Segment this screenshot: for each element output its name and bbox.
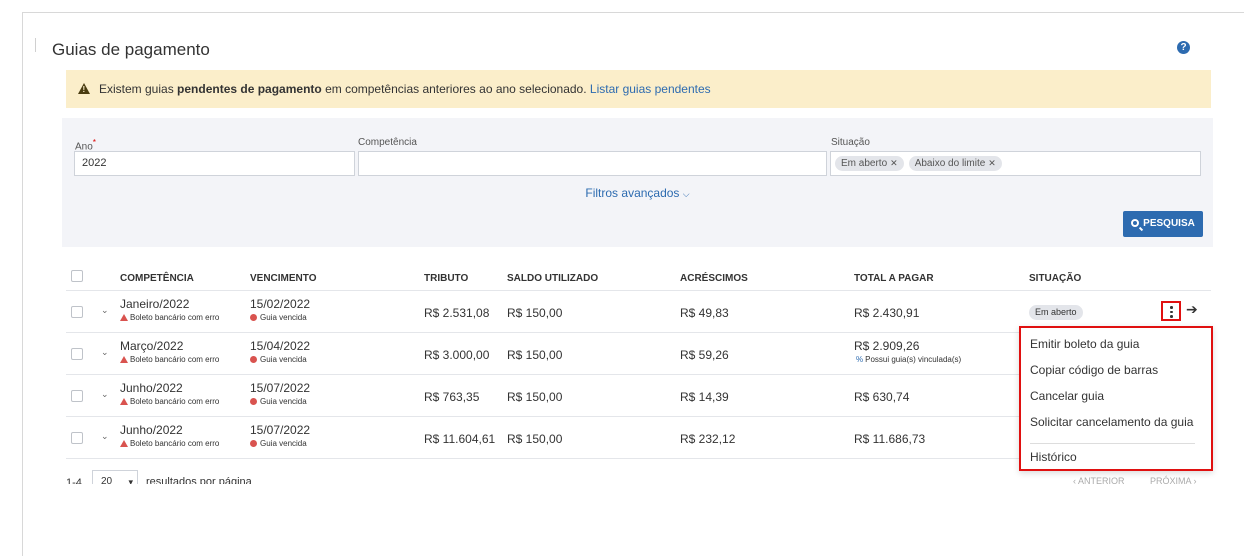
status-badge: Em aberto — [1029, 305, 1083, 320]
col-total[interactable]: TOTAL A PAGAR — [854, 273, 934, 284]
row-error: Boleto bancário com erro — [120, 439, 219, 448]
arrow-right-icon[interactable]: ➔ — [1186, 301, 1198, 318]
row-saldo: R$ 150,00 — [507, 348, 563, 362]
menu-solicitar-cancelamento[interactable]: Solicitar cancelamento da guia — [1030, 415, 1193, 429]
error-icon — [120, 356, 128, 363]
row-competencia: Junho/2022 — [120, 423, 183, 437]
col-saldo[interactable]: SALDO UTILIZADO — [507, 273, 598, 284]
row-actions-kebab-icon[interactable] — [1161, 301, 1181, 321]
row-actions-menu: Emitir boleto da guia Copiar código de b… — [1019, 326, 1213, 471]
pending-alert: ! Existem guias pendentes de pagamento e… — [66, 70, 1211, 108]
chip-remove-icon[interactable]: ✕ — [890, 158, 898, 168]
alert-suffix: em competências anteriores ao ano seleci… — [321, 82, 590, 96]
alert-icon — [250, 314, 257, 321]
row-acrescimos: R$ 232,12 — [680, 432, 736, 446]
search-button[interactable]: PESQUISA — [1123, 211, 1203, 237]
header-divider — [66, 290, 1211, 291]
row-acrescimos: R$ 14,39 — [680, 390, 729, 404]
expand-chevron-icon[interactable]: ⌄ — [101, 431, 109, 442]
alert-bold: pendentes de pagamento — [177, 82, 322, 96]
expand-chevron-icon[interactable]: ⌄ — [101, 347, 109, 358]
row-competencia: Janeiro/2022 — [120, 297, 190, 311]
row-checkbox[interactable] — [71, 348, 83, 360]
row-saldo: R$ 150,00 — [507, 390, 563, 404]
competencia-label: Competência — [358, 137, 417, 148]
frame-mark — [35, 38, 36, 52]
list-pending-link[interactable]: Listar guias pendentes — [590, 82, 711, 96]
row-linked-note[interactable]: % Possui guia(s) vinculada(s) — [856, 355, 961, 364]
row-vencimento: 15/07/2022 — [250, 423, 311, 437]
row-competencia: Março/2022 — [120, 339, 184, 353]
col-tributo[interactable]: TRIBUTO — [424, 273, 468, 284]
alert-prefix: Existem guias — [99, 82, 178, 96]
help-icon[interactable]: ? — [1177, 41, 1190, 54]
row-total: R$ 2.430,91 — [854, 306, 920, 320]
chip-abaixo-limite[interactable]: Abaixo do limite ✕ — [908, 155, 1002, 171]
row-tributo: R$ 763,35 — [424, 390, 480, 404]
chevron-down-icon: ⌵ — [682, 189, 690, 199]
expand-chevron-icon[interactable]: ⌄ — [101, 305, 109, 316]
row-acrescimos: R$ 49,83 — [680, 306, 729, 320]
row-total: R$ 2.909,26 — [854, 339, 920, 353]
ano-input[interactable]: 2022 — [74, 151, 355, 176]
row-error: Boleto bancário com erro — [120, 397, 219, 406]
col-competencia[interactable]: COMPETÊNCIA — [120, 273, 194, 284]
row-total: R$ 630,74 — [854, 390, 910, 404]
menu-divider — [1030, 443, 1195, 444]
menu-cancelar-guia[interactable]: Cancelar guia — [1030, 389, 1104, 403]
blank-area — [23, 484, 1244, 556]
row-tributo: R$ 2.531,08 — [424, 306, 490, 320]
filters-panel: Ano* 2022 Competência Situação Em aberto… — [62, 118, 1213, 247]
advanced-filters-toggle[interactable]: Filtros avançados ⌵ — [62, 186, 1213, 200]
alert-icon — [250, 398, 257, 405]
competencia-input[interactable] — [358, 151, 827, 176]
col-vencimento[interactable]: VENCIMENTO — [250, 273, 317, 284]
row-vencida: Guia vencida — [250, 397, 307, 406]
row-vencida: Guia vencida — [250, 439, 307, 448]
frame-left-border — [22, 12, 23, 556]
situacao-label: Situação — [831, 137, 870, 148]
menu-copiar-codigo[interactable]: Copiar código de barras — [1030, 363, 1158, 377]
row-vencimento: 15/02/2022 — [250, 297, 311, 311]
link-icon: % — [856, 355, 864, 364]
error-icon — [120, 314, 128, 321]
row-error: Boleto bancário com erro — [120, 313, 219, 322]
menu-historico[interactable]: Histórico — [1030, 450, 1077, 464]
frame-top-border — [22, 12, 1244, 13]
expand-chevron-icon[interactable]: ⌄ — [101, 389, 109, 400]
error-icon — [120, 440, 128, 447]
error-icon — [120, 398, 128, 405]
select-all-checkbox[interactable] — [71, 270, 83, 282]
row-acrescimos: R$ 59,26 — [680, 348, 729, 362]
row-saldo: R$ 150,00 — [507, 432, 563, 446]
alert-icon — [250, 356, 257, 363]
chip-remove-icon[interactable]: ✕ — [988, 158, 996, 168]
search-icon — [1131, 219, 1140, 227]
row-vencida: Guia vencida — [250, 355, 307, 364]
row-vencimento: 15/04/2022 — [250, 339, 311, 353]
menu-emitir-boleto[interactable]: Emitir boleto da guia — [1030, 337, 1139, 351]
row-tributo: R$ 3.000,00 — [424, 348, 490, 362]
row-checkbox[interactable] — [71, 306, 83, 318]
row-vencimento: 15/07/2022 — [250, 381, 311, 395]
row-checkbox[interactable] — [71, 390, 83, 402]
situacao-input[interactable]: Em aberto ✕ Abaixo do limite ✕ — [830, 151, 1201, 176]
page-title: Guias de pagamento — [52, 40, 210, 59]
row-saldo: R$ 150,00 — [507, 306, 563, 320]
row-total: R$ 11.686,73 — [854, 432, 926, 446]
row-competencia: Junho/2022 — [120, 381, 183, 395]
row-checkbox[interactable] — [71, 432, 83, 444]
alert-icon — [250, 440, 257, 447]
col-acrescimos[interactable]: ACRÉSCIMOS — [680, 273, 748, 284]
col-situacao[interactable]: SITUAÇÃO — [1029, 273, 1081, 284]
chip-em-aberto[interactable]: Em aberto ✕ — [835, 155, 904, 171]
row-error: Boleto bancário com erro — [120, 355, 219, 364]
row-tributo: R$ 11.604,61 — [424, 432, 496, 446]
row-vencida: Guia vencida — [250, 313, 307, 322]
